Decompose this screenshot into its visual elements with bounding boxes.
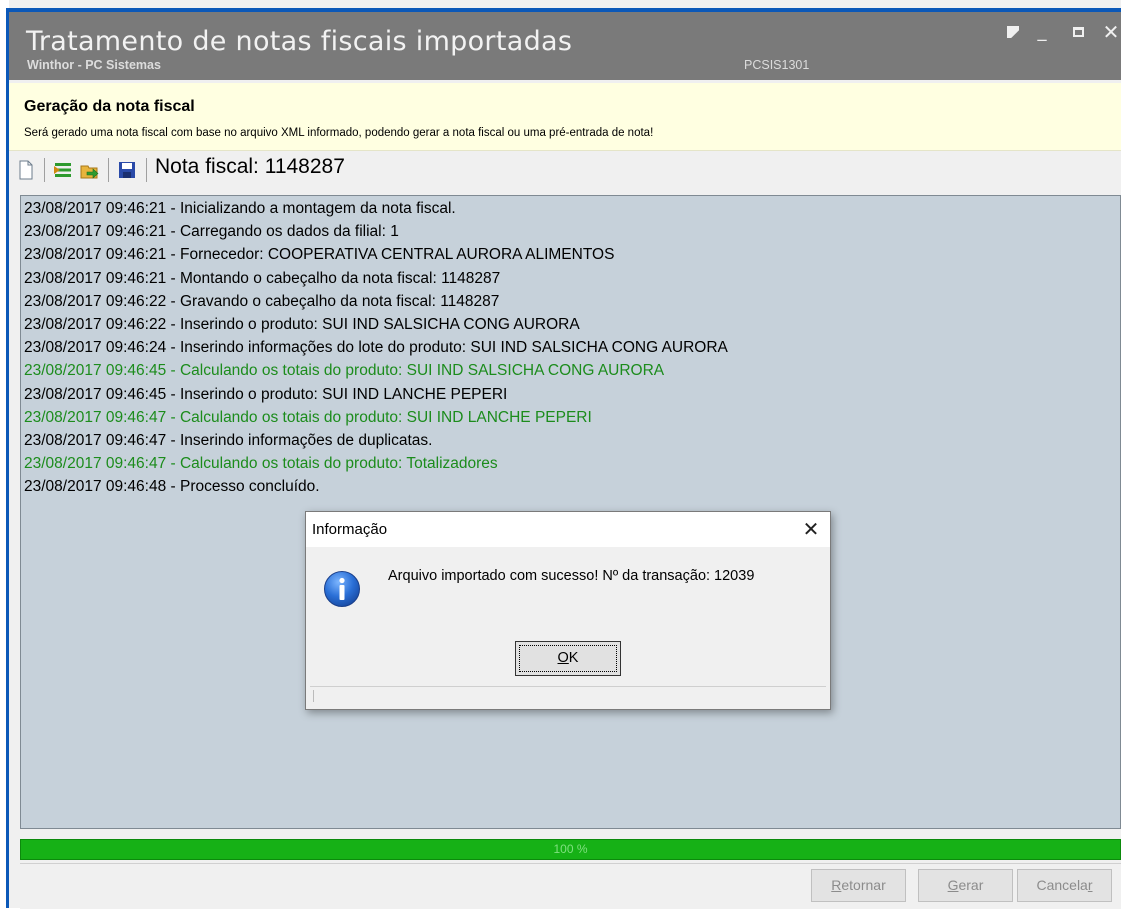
toolbar-separator — [44, 158, 45, 182]
information-dialog: Informação ✕ Arquivo importado com suces… — [305, 511, 831, 710]
retornar-button[interactable]: Retornar — [811, 869, 906, 902]
toolbar-separator — [146, 158, 147, 182]
banner-description: Será gerado uma nota fiscal com base no … — [24, 127, 654, 139]
routine-code: PCSIS1301 — [744, 58, 810, 72]
cancelar-button[interactable]: Cancelar — [1017, 869, 1112, 902]
log-line: 23/08/2017 09:46:21 - Carregando os dado… — [24, 223, 399, 241]
close-icon[interactable]: ✕ — [1099, 22, 1121, 42]
gerar-label: erar — [958, 877, 984, 893]
ok-label: K — [568, 650, 579, 666]
log-line: 23/08/2017 09:46:22 - Gravando o cabeçal… — [24, 292, 500, 310]
ok-button[interactable]: OK — [515, 641, 621, 676]
dialog-title: Informação — [312, 521, 388, 538]
retornar-label: etornar — [841, 877, 886, 893]
log-line: 23/08/2017 09:46:22 - Inserindo o produt… — [24, 316, 580, 333]
progress-bar: 100 % — [20, 839, 1121, 860]
save-icon[interactable] — [117, 160, 137, 180]
toolbar: Nota fiscal: 1148287 — [9, 152, 1121, 188]
dialog-title-bar[interactable]: Informação ✕ — [306, 512, 830, 547]
dialog-message: Arquivo importado com sucesso! Nº da tra… — [388, 568, 755, 584]
app-window: Tratamento de notas fiscais importadas W… — [0, 0, 1121, 909]
invoice-number-label: Nota fiscal: 1148287 — [155, 155, 345, 178]
export-document-icon[interactable] — [79, 160, 99, 180]
toolbar-separator — [108, 158, 109, 182]
dialog-status-bar — [310, 686, 826, 706]
window-title: Tratamento de notas fiscais importadas — [26, 26, 573, 57]
gerar-accel: G — [947, 877, 959, 893]
restore-icon[interactable] — [1002, 22, 1024, 42]
info-icon — [324, 571, 360, 607]
progress-label: 100 % — [553, 842, 588, 856]
log-line: 23/08/2017 09:46:21 - Montando o cabeçal… — [24, 269, 501, 287]
maximize-icon[interactable] — [1067, 22, 1089, 42]
ok-accel: O — [557, 650, 569, 666]
gerar-button[interactable]: Gerar — [918, 869, 1013, 902]
log-line: 23/08/2017 09:46:24 - Inserindo informaç… — [24, 339, 728, 357]
log-line: 23/08/2017 09:46:48 - Processo concluído… — [24, 478, 320, 496]
title-bar[interactable]: Tratamento de notas fiscais importadas W… — [9, 12, 1121, 80]
dialog-close-icon[interactable]: ✕ — [798, 515, 824, 543]
window-subtitle: Winthor - PC Sistemas — [27, 58, 161, 72]
log-line: 23/08/2017 09:46:45 - Inserindo o produt… — [24, 385, 508, 403]
minimize-icon[interactable]: _ — [1031, 22, 1053, 42]
import-list-icon[interactable] — [53, 160, 73, 180]
log-line: 23/08/2017 09:46:21 - Inicializando a mo… — [24, 200, 456, 217]
banner-title: Geração da nota fiscal — [24, 98, 195, 115]
cancelar-accel: r — [1087, 877, 1093, 893]
log-line: 23/08/2017 09:46:47 - Calculando os tota… — [24, 408, 592, 426]
log-line: 23/08/2017 09:46:47 - Calculando os tota… — [24, 455, 498, 473]
window-left-border — [0, 0, 9, 908]
footer: Retornar Gerar Cancelar — [20, 863, 1121, 909]
log-line: 23/08/2017 09:46:45 - Calculando os tota… — [24, 362, 665, 380]
cancelar-label: Cancela — [1036, 877, 1088, 893]
new-document-icon[interactable] — [16, 160, 36, 180]
log-line: 23/08/2017 09:46:47 - Inserindo informaç… — [24, 432, 433, 449]
info-banner: Geração da nota fiscal Será gerado uma n… — [9, 83, 1121, 151]
log-line: 23/08/2017 09:46:21 - Fornecedor: COOPER… — [24, 246, 615, 264]
retornar-accel: R — [831, 877, 842, 893]
